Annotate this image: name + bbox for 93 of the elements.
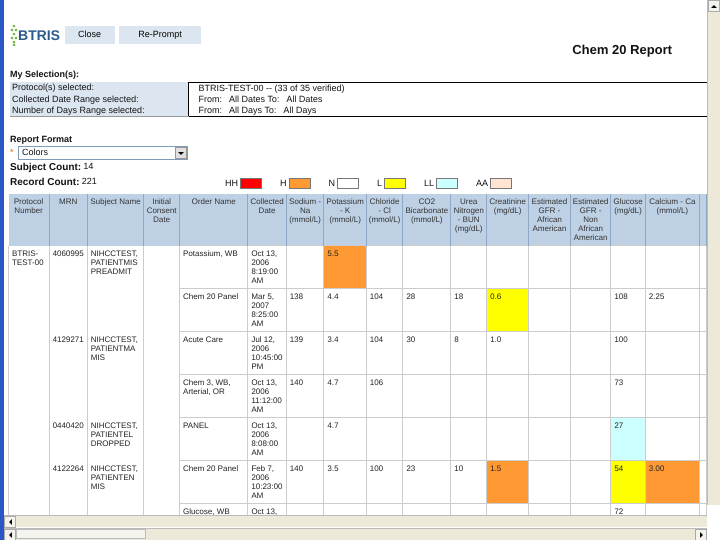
table-cell: 4.7 [324, 418, 366, 460]
column-header: Sodium - Na (mmol/L) [286, 194, 324, 246]
column-header: Estimated GFR - African American [528, 194, 570, 246]
table-cell: 108 [610, 288, 646, 332]
table-cell: 139 [286, 332, 324, 374]
table-cell: Chem 3, WB, Arterial, OR [179, 374, 248, 418]
column-header: Initial Consent Date [144, 194, 180, 246]
count-value: 221 [82, 175, 97, 188]
column-header: Creatinine (mg/dL) [486, 194, 529, 246]
scroll-thumb[interactable] [16, 529, 146, 539]
column-header: Subject Name [87, 194, 144, 246]
table-cell: 2.25 [645, 288, 700, 332]
legend-label: HH [225, 176, 238, 190]
table-cell: Mar 5, 2007 8:25:00 AM [248, 288, 286, 332]
section-heading: My Selection(s): [10, 69, 80, 79]
column-header: Chloride - Cl (mmol/L) [366, 194, 403, 246]
scroll-right-icon[interactable] [695, 529, 707, 540]
column-header: Glucose (mg/dL) [610, 194, 646, 246]
column-header: Order Name [179, 194, 248, 246]
table-cell: PANEL [179, 418, 248, 460]
legend-label: LL [424, 176, 434, 190]
table-cell: Chem 20 Panel [179, 288, 248, 332]
scroll-left-icon[interactable] [4, 516, 16, 528]
table-cell: 1.5 [486, 460, 529, 504]
table-cell: 5.5 [324, 246, 366, 288]
table-cell: Oct 13, 2006 8:19:00 AM [248, 246, 286, 288]
table-cell: NIHCCTEST, PATIENTMA MIS [87, 332, 144, 418]
scroll-up-icon[interactable] [708, 0, 720, 12]
legend-label: AA [476, 176, 488, 190]
selection-label: Collected Date Range selected: [10, 94, 188, 104]
table-cell: 28 [402, 288, 451, 332]
table-cell: Oct 13, 2006 11:12:00 AM [248, 374, 286, 418]
table-cell: 54 [610, 460, 646, 504]
selection-label: Number of Days Range selected: [10, 104, 188, 116]
table-cell: 138 [286, 288, 324, 332]
table-cell: 100 [610, 332, 646, 374]
table-cell: 23 [402, 460, 451, 504]
table-cell: 4.4 [324, 288, 366, 332]
table-cell: NIHCCTEST, PATIENTEL DROPPED [87, 418, 144, 460]
count-label: Subject Count: [10, 161, 82, 175]
required-mark: * [10, 146, 15, 160]
table-cell: Acute Care [179, 332, 248, 374]
count-label: Record Count: [10, 176, 80, 190]
table-cell: 8 [450, 332, 487, 374]
close-button[interactable]: Close [64, 26, 114, 44]
horizontal-scrollbar[interactable] [4, 515, 707, 527]
table-cell: 4060995 [49, 246, 88, 332]
table-cell: 1.0 [486, 332, 529, 374]
table-cell: Oct 13, 2006 8:08:00 AM [248, 418, 286, 460]
column-header: Collected Date [248, 194, 286, 246]
table-cell: 3.4 [324, 332, 366, 374]
vertical-scrollbar[interactable] [707, 0, 720, 505]
dots-icon [10, 24, 18, 46]
table-cell: NIHCCTEST, PATIENTMIS PREADMIT [87, 246, 144, 332]
column-header: Estimated GFR - Non African American [570, 194, 611, 246]
logo: BTRIS [18, 26, 60, 44]
column-header: MRN [49, 194, 88, 246]
horizontal-scrollbar[interactable] [4, 528, 707, 540]
scroll-left-icon[interactable] [4, 529, 16, 540]
column-header: Protocol Number [8, 194, 50, 246]
legend-label: N [328, 176, 335, 190]
selection-value: BTRIS-TEST-00 -- (33 of 35 verified) [188, 82, 707, 94]
table-cell: Chem 20 Panel [179, 460, 248, 504]
table-cell: Potassium, WB [179, 246, 248, 288]
selection-value: From: All Days To: All Days [188, 104, 707, 116]
table-cell: 4129271 [49, 332, 88, 418]
table-cell: 4.7 [324, 374, 366, 418]
field-label: Report Format [10, 134, 72, 144]
table-cell: Feb 7, 2006 10:23:00 AM [248, 460, 286, 504]
column-header: Potassium - K (mmol/L) [324, 194, 366, 246]
report-title: Chem 20 Report [572, 42, 672, 57]
table-cell: 100 [366, 460, 403, 504]
table-cell: 104 [366, 332, 403, 374]
table-cell: 140 [286, 460, 324, 504]
table-cell: 0440420 [49, 418, 88, 460]
table-cell: 106 [366, 374, 403, 418]
legend-label: L [377, 176, 382, 190]
legend-label: H [280, 176, 286, 190]
selection-label: Protocol(s) selected: [10, 82, 188, 94]
table-cell: 27 [610, 418, 646, 460]
table-cell: 30 [402, 332, 451, 374]
table-cell: 104 [366, 288, 403, 332]
table-cell: 3.5 [324, 460, 366, 504]
column-header: CO2 Bicarbonate (mmol/L) [402, 194, 451, 246]
column-header: Urea Nitrogen - BUN (mg/dL) [450, 194, 487, 246]
table-cell: 140 [286, 374, 324, 418]
table-cell: 3.00 [645, 460, 700, 504]
count-value: 14 [83, 160, 94, 173]
table-cell: 0.6 [486, 288, 529, 332]
table-cell: Jul 12, 2006 10:45:00 PM [248, 332, 286, 374]
format-dropdown[interactable]: Colors [18, 146, 188, 160]
reprompt-button[interactable]: Re-Prompt [119, 26, 201, 44]
column-header: Calcium - Ca (mmol/L) [645, 194, 700, 246]
